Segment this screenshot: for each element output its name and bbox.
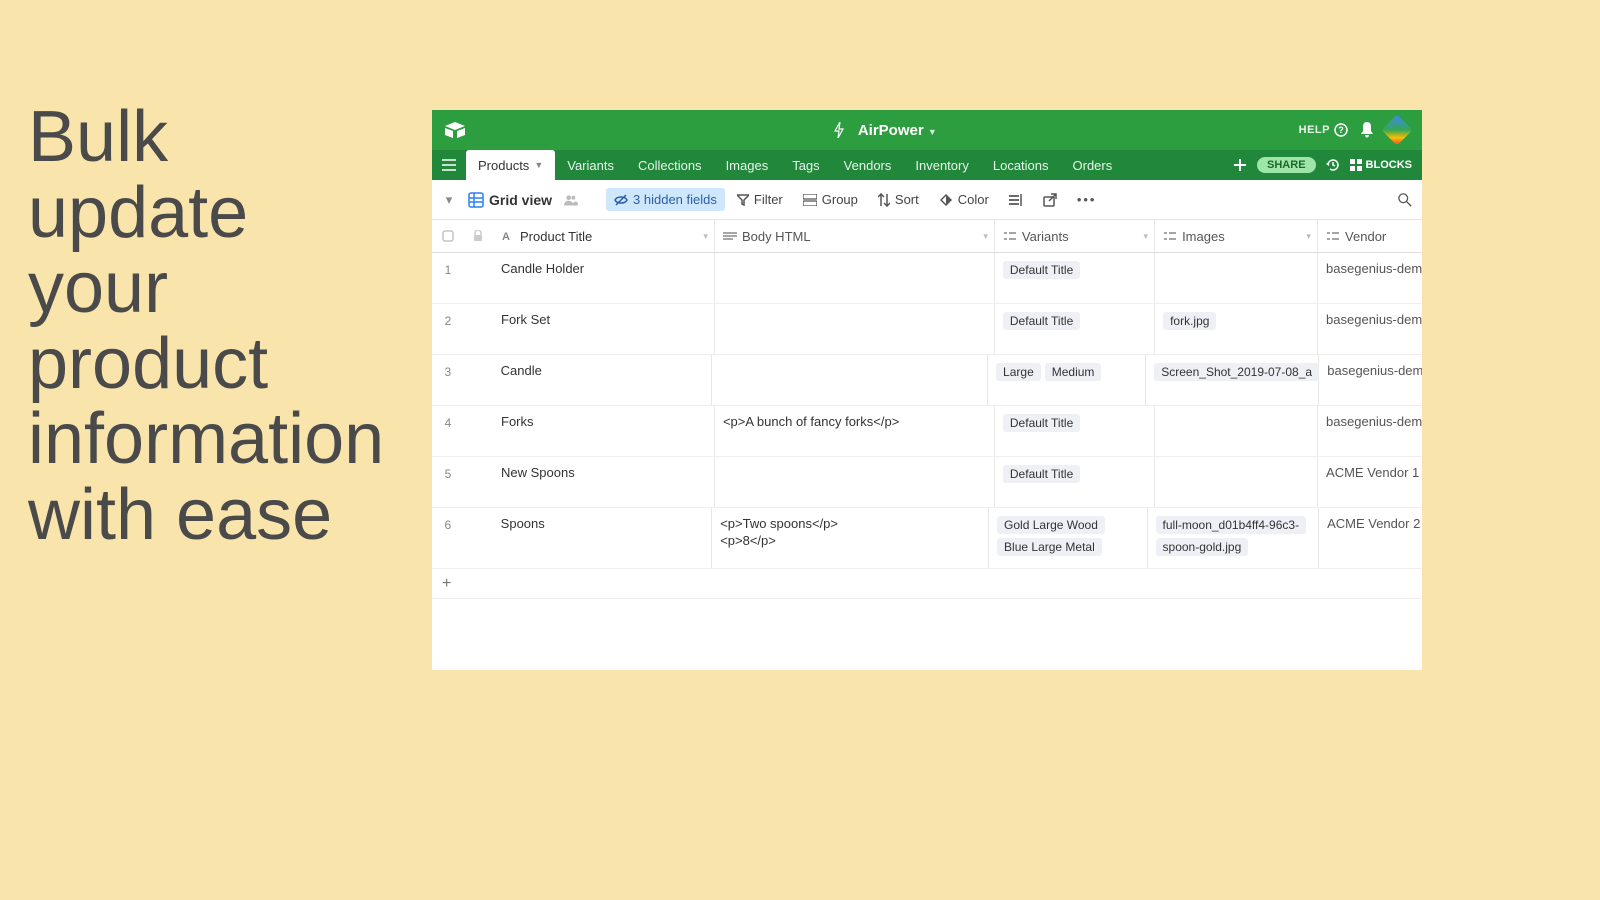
tab-products[interactable]: Products▼	[466, 150, 555, 180]
share-view-icon[interactable]	[1035, 189, 1065, 211]
marketing-headline: Bulk update your product information wit…	[28, 100, 408, 554]
svg-text:A: A	[502, 231, 510, 242]
row-number: 1	[432, 253, 464, 303]
tables-menu-icon[interactable]	[432, 150, 466, 180]
add-row-button[interactable]: +	[432, 569, 1422, 599]
tab-locations[interactable]: Locations	[981, 150, 1061, 180]
views-dropdown-icon[interactable]: ▾	[442, 193, 456, 207]
cell-variants[interactable]: Default Title	[995, 406, 1155, 456]
select-all-checkbox[interactable]	[432, 220, 464, 252]
column-header-variants[interactable]: Variants▾	[995, 220, 1155, 252]
group-button[interactable]: Group	[795, 188, 866, 211]
tab-inventory[interactable]: Inventory	[903, 150, 980, 180]
share-button[interactable]: SHARE	[1257, 157, 1316, 173]
table-row[interactable]: 4 Forks<p>A bunch of fancy forks</p>Defau…	[432, 406, 1422, 457]
color-button[interactable]: Color	[931, 188, 997, 211]
lock-icon	[464, 220, 493, 252]
row-number: 4	[432, 406, 464, 456]
row-number: 2	[432, 304, 464, 354]
cell-product-title[interactable]: Candle Holder	[493, 253, 715, 303]
row-number: 6	[432, 508, 464, 568]
cell-images[interactable]: full-moon_d01b4ff4-96c3-spoon-gold.jpg	[1148, 508, 1320, 568]
history-icon[interactable]	[1326, 158, 1340, 172]
cell-body-html[interactable]: <p>A bunch of fancy forks</p>	[715, 406, 995, 456]
tab-orders[interactable]: Orders	[1061, 150, 1125, 180]
help-link[interactable]: HELP ?	[1299, 123, 1348, 137]
cell-body-html[interactable]	[712, 355, 988, 405]
cell-vendor[interactable]: basegenius-dem	[1318, 406, 1422, 456]
cell-product-title[interactable]: Forks	[493, 406, 715, 456]
grid-header-row: A Product Title▾ Body HTML▾ Variants▾ Im…	[432, 220, 1422, 253]
cell-variants[interactable]: LargeMedium	[988, 355, 1146, 405]
collaborators-icon[interactable]	[564, 193, 578, 207]
tab-images[interactable]: Images	[714, 150, 781, 180]
airtable-logo-icon[interactable]	[440, 122, 470, 138]
cell-vendor[interactable]: basegenius-dem	[1319, 355, 1422, 405]
current-view-button[interactable]: Grid view	[460, 188, 560, 212]
cell-images[interactable]	[1155, 253, 1318, 303]
view-toolbar: ▾ Grid view 3 hidden fields Filter Group…	[432, 180, 1422, 220]
row-number: 5	[432, 457, 464, 507]
cell-images[interactable]: fork.jpg	[1155, 304, 1318, 354]
row-height-icon[interactable]	[1001, 190, 1031, 210]
cell-body-html[interactable]	[715, 457, 995, 507]
tab-variants[interactable]: Variants	[555, 150, 626, 180]
cell-body-html[interactable]: <p>Two spoons</p> <p>8</p>	[712, 508, 989, 568]
filter-button[interactable]: Filter	[729, 188, 791, 211]
airtable-app-window: AirPower ▼ HELP ? Products▼VariantsColle…	[432, 110, 1422, 670]
cell-images[interactable]	[1155, 406, 1318, 456]
hidden-fields-button[interactable]: 3 hidden fields	[606, 188, 725, 211]
column-header-images[interactable]: Images▾	[1155, 220, 1318, 252]
bolt-icon	[832, 123, 846, 137]
data-grid: A Product Title▾ Body HTML▾ Variants▾ Im…	[432, 220, 1422, 670]
svg-text:?: ?	[1338, 125, 1344, 135]
base-name[interactable]: AirPower ▼	[858, 122, 937, 139]
cell-product-title[interactable]: New Spoons	[493, 457, 715, 507]
cell-vendor[interactable]: basegenius-dem	[1318, 304, 1422, 354]
tab-tags[interactable]: Tags	[780, 150, 831, 180]
add-table-icon[interactable]	[1233, 158, 1247, 172]
table-tabs-bar: Products▼VariantsCollectionsImagesTagsVe…	[432, 150, 1422, 180]
tab-collections[interactable]: Collections	[626, 150, 714, 180]
cell-vendor[interactable]: basegenius-dem	[1318, 253, 1422, 303]
cell-variants[interactable]: Default Title	[995, 457, 1155, 507]
user-avatar[interactable]	[1381, 114, 1412, 145]
table-row[interactable]: 5 New Spoons Default Title ACME Vendor 1	[432, 457, 1422, 508]
sort-button[interactable]: Sort	[870, 188, 927, 211]
column-header-vendor[interactable]: Vendor	[1318, 220, 1422, 252]
cell-variants[interactable]: Default Title	[995, 304, 1155, 354]
cell-body-html[interactable]	[715, 304, 995, 354]
notifications-icon[interactable]	[1360, 123, 1374, 137]
row-number: 3	[432, 355, 464, 405]
cell-product-title[interactable]: Spoons	[493, 508, 713, 568]
cell-vendor[interactable]: ACME Vendor 1	[1318, 457, 1422, 507]
column-header-body-html[interactable]: Body HTML▾	[715, 220, 995, 252]
app-header: AirPower ▼ HELP ?	[432, 110, 1422, 150]
cell-variants[interactable]: Gold Large WoodBlue Large Metal	[989, 508, 1147, 568]
tab-vendors[interactable]: Vendors	[832, 150, 904, 180]
cell-vendor[interactable]: ACME Vendor 2	[1319, 508, 1422, 568]
cell-variants[interactable]: Default Title	[995, 253, 1155, 303]
column-header-product-title[interactable]: A Product Title▾	[493, 220, 715, 252]
blocks-button[interactable]: BLOCKS	[1350, 159, 1412, 171]
search-icon[interactable]	[1398, 193, 1412, 207]
cell-body-html[interactable]	[715, 253, 995, 303]
cell-images[interactable]	[1155, 457, 1318, 507]
table-row[interactable]: 6 Spoons<p>Two spoons</p> <p>8</p>Gold La…	[432, 508, 1422, 569]
more-actions-icon[interactable]: •••	[1069, 188, 1105, 211]
cell-product-title[interactable]: Candle	[493, 355, 712, 405]
table-row[interactable]: 2 Fork Set Default Titlefork.jpgbasegenius…	[432, 304, 1422, 355]
cell-images[interactable]: Screen_Shot_2019-07-08_a	[1146, 355, 1319, 405]
table-row[interactable]: 1 Candle Holder Default Title basegenius-de…	[432, 253, 1422, 304]
cell-product-title[interactable]: Fork Set	[493, 304, 715, 354]
table-row[interactable]: 3 Candle LargeMediumScreen_Shot_2019-07-08…	[432, 355, 1422, 406]
